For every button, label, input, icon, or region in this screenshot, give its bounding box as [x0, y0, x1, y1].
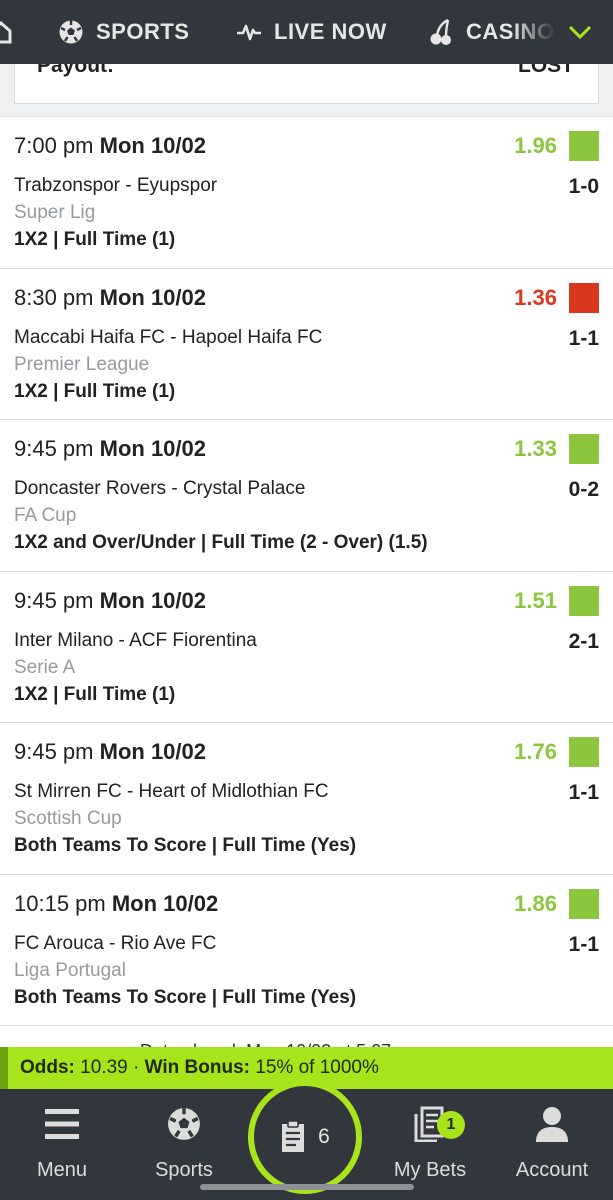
selection-row[interactable]: 9:45 pm Mon 10/02 1.33 Doncaster Rovers …: [0, 419, 613, 571]
nav-live-now-label: LIVE NOW: [274, 19, 387, 44]
market-selection: Both Teams To Score | Full Time (Yes): [14, 835, 357, 856]
menu-label: Menu: [36, 1159, 88, 1181]
betslip-count: 6: [318, 1125, 330, 1148]
selection-odds: 1.36: [514, 284, 557, 310]
selection-odds: 1.33: [514, 436, 557, 461]
result-status-indicator: [569, 585, 599, 616]
event-time-value: 9:45 pm: [14, 436, 94, 461]
result-status-indicator: [569, 282, 599, 313]
event-time: 8:30 pm Mon 10/02: [14, 285, 206, 311]
odds-summary-text: Odds: 10.39 · Win Bonus: 15% of 1000%: [20, 1057, 379, 1079]
event-time-value: 9:45 pm: [14, 739, 94, 764]
market-selection: 1X2 | Full Time (1): [14, 229, 176, 250]
hamburger-icon: [45, 1109, 79, 1139]
selection-odds: 1.86: [514, 890, 557, 916]
match-score: 1-1: [568, 932, 599, 956]
pulse-icon: [237, 24, 261, 41]
soccer-ball-icon: [59, 20, 83, 44]
result-status-indicator: [569, 737, 599, 767]
menu-button[interactable]: Menu: [26, 1089, 98, 1200]
selection-row[interactable]: 9:45 pm Mon 10/02 1.76 St Mirren FC - He…: [0, 722, 613, 874]
league-name: Serie A: [14, 656, 76, 678]
payout-card: Payout: LOST: [14, 64, 599, 104]
match-name: FC Arouca - Rio Ave FC: [14, 932, 217, 954]
selection-odds: 1.96: [514, 133, 557, 158]
home-icon: [0, 20, 12, 44]
selection-row[interactable]: 9:45 pm Mon 10/02 1.51 Inter Milano - AC…: [0, 570, 613, 722]
league-name: Scottish Cup: [14, 808, 122, 829]
bet-details-footer: Date placed: Mon 10/02 at 5:07 pm: [0, 1025, 613, 1049]
selection-row[interactable]: 7:00 pm Mon 10/02 1.96 Trabzonspor - Eyu…: [0, 116, 613, 268]
odds-label: Odds:: [20, 1057, 75, 1078]
user-icon: [536, 1107, 568, 1142]
payout-value: LOST: [518, 64, 574, 77]
nav-sports-label: SPORTS: [96, 19, 190, 44]
match-score: 1-0: [568, 175, 599, 198]
nav-live-now[interactable]: LIVE NOW: [236, 0, 387, 64]
market-selection: Both Teams To Score | Full Time (Yes): [14, 986, 357, 1008]
match-name: Trabzonspor - Eyupspor: [14, 175, 218, 196]
nav-fade-overlay: [513, 0, 613, 64]
event-date: Mon 10/02: [99, 284, 206, 310]
win-bonus-value: 15% of 1000%: [255, 1057, 379, 1078]
event-time-value: 9:45 pm: [14, 587, 94, 613]
event-time-value: 7:00 pm: [14, 133, 94, 158]
match-score: 1-1: [568, 781, 599, 804]
league-name: Super Lig: [14, 202, 96, 223]
result-status-indicator: [569, 434, 599, 464]
match-score: 2-1: [568, 629, 599, 653]
selection-row[interactable]: 10:15 pm Mon 10/02 1.86 FC Arouca - Rio …: [0, 873, 613, 1025]
event-date: Mon 10/02: [99, 587, 206, 613]
event-time: 9:45 pm Mon 10/02: [14, 436, 206, 462]
selection-odds: 1.51: [514, 587, 557, 613]
market-selection: 1X2 | Full Time (1): [14, 380, 176, 402]
result-status-indicator: [569, 131, 599, 161]
payout-section: Payout: LOST: [0, 64, 613, 116]
league-name: Premier League: [14, 353, 150, 375]
market-selection: 1X2 | Full Time (1): [14, 683, 176, 705]
chevron-down-icon[interactable]: [565, 17, 595, 47]
betslip-button[interactable]: 6: [248, 1080, 362, 1194]
payout-label: Payout:: [37, 64, 115, 77]
match-score: 0-2: [568, 478, 599, 501]
event-date: Mon 10/02: [99, 739, 206, 764]
nav-sports[interactable]: SPORTS: [58, 0, 189, 64]
home-nav-button[interactable]: [0, 0, 24, 64]
win-bonus-label: Win Bonus:: [144, 1057, 250, 1078]
league-name: FA Cup: [14, 505, 77, 526]
event-time: 10:15 pm Mon 10/02: [14, 891, 218, 917]
odds-value: 10.39: [80, 1057, 128, 1078]
my-bets-label: My Bets: [393, 1159, 467, 1181]
event-time: 9:45 pm Mon 10/02: [14, 588, 206, 614]
my-bets-badge: 1: [437, 1111, 465, 1139]
betslip-icon: [282, 1120, 305, 1152]
event-time-value: 10:15 pm: [14, 890, 106, 916]
odds-separator: ·: [133, 1057, 140, 1078]
sports-label: Sports: [155, 1159, 213, 1181]
match-name: Doncaster Rovers - Crystal Palace: [14, 478, 306, 499]
home-indicator: [200, 1184, 414, 1190]
cherries-icon: [430, 18, 451, 45]
event-date: Mon 10/02: [99, 133, 206, 158]
event-time-value: 8:30 pm: [14, 284, 94, 310]
match-name: Inter Milano - ACF Fiorentina: [14, 629, 257, 651]
event-time: 7:00 pm Mon 10/02: [14, 133, 206, 159]
event-time: 9:45 pm Mon 10/02: [14, 739, 206, 765]
selection-odds: 1.76: [514, 739, 557, 764]
match-name: St Mirren FC - Heart of Midlothian FC: [14, 781, 329, 802]
match-name: Maccabi Haifa FC - Hapoel Haifa FC: [14, 326, 323, 348]
selection-row[interactable]: 8:30 pm Mon 10/02 1.36 Maccabi Haifa FC …: [0, 267, 613, 419]
league-name: Liga Portugal: [14, 959, 126, 981]
match-score: 1-1: [568, 326, 599, 350]
event-date: Mon 10/02: [111, 890, 219, 916]
market-selection: 1X2 and Over/Under | Full Time (2 - Over…: [14, 532, 428, 553]
result-status-indicator: [569, 888, 599, 919]
account-label: Account: [515, 1159, 589, 1181]
event-date: Mon 10/02: [99, 436, 206, 461]
account-button[interactable]: Account: [506, 1089, 598, 1200]
soccer-ball-icon: [168, 1108, 200, 1140]
selection-list: 7:00 pm Mon 10/02 1.96 Trabzonspor - Eyu…: [0, 116, 613, 1025]
top-nav: SPORTS LIVE NOW CASINO: [0, 0, 613, 64]
